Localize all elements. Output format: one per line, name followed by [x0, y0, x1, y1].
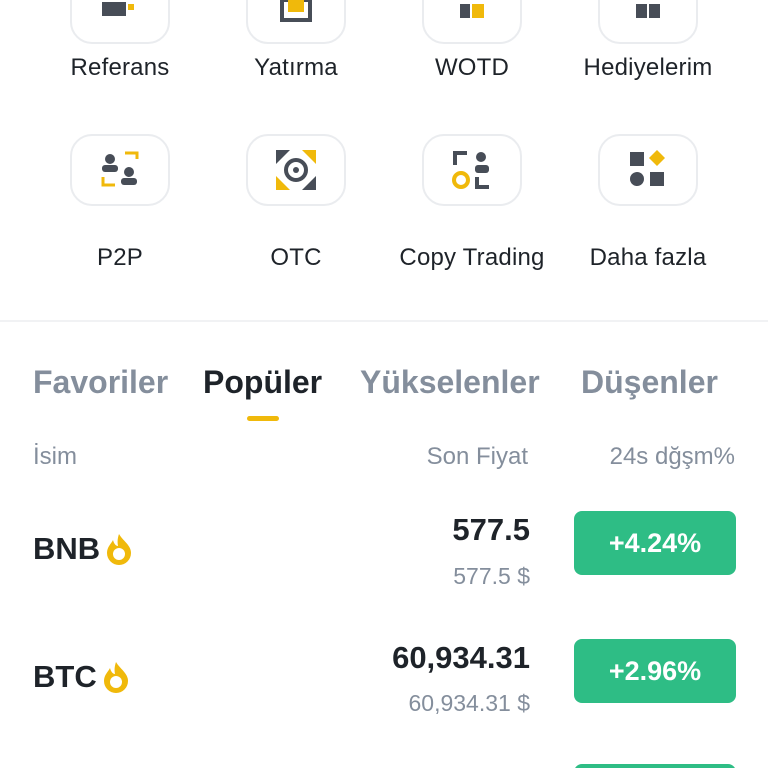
market-symbol: BNB: [33, 531, 101, 566]
section-divider: [0, 320, 768, 322]
deposit-icon: [280, 0, 312, 22]
market-symbol-group: BTC: [33, 659, 131, 695]
market-symbol-group: BNB: [33, 531, 134, 567]
change-badge[interactable]: +4.24%: [574, 511, 736, 575]
market-row[interactable]: BNB 577.5 577.5 $ +4.24%: [0, 496, 768, 606]
tab-losers[interactable]: Düşenler: [581, 364, 718, 401]
column-last-price[interactable]: Son Fiyat: [427, 443, 528, 471]
shortcut-label: Hediyelerim: [583, 54, 713, 81]
shortcut-label: Referans: [70, 54, 170, 81]
shortcut-deposit[interactable]: Yatırma: [208, 0, 384, 82]
more-icon: [630, 150, 665, 186]
shortcut-label: Yatırma: [254, 54, 338, 81]
shortcut-tile[interactable]: [422, 0, 522, 44]
market-symbol: BTC: [33, 659, 97, 694]
shortcut-otc[interactable]: OTC: [208, 134, 384, 272]
tab-gainers[interactable]: Yükselenler: [360, 364, 540, 401]
fire-icon: [101, 660, 131, 694]
shortcut-label: P2P: [97, 244, 143, 271]
column-name: İsim: [33, 443, 77, 470]
change-badge-partial[interactable]: [574, 764, 736, 768]
last-price: 60,934.31: [392, 640, 530, 675]
wotd-icon: [460, 4, 484, 18]
shortcut-tile[interactable]: [422, 134, 522, 206]
shortcut-tile[interactable]: [246, 134, 346, 206]
last-price: 577.5: [452, 512, 530, 547]
shortcut-tile[interactable]: [598, 0, 698, 44]
otc-icon: [276, 150, 316, 190]
shortcut-label: WOTD: [434, 54, 510, 81]
shortcut-gifts[interactable]: Hediyelerim: [560, 0, 736, 82]
shortcut-tile[interactable]: [70, 0, 170, 44]
last-price-usd: 60,934.31 $: [408, 690, 530, 716]
tab-favorites[interactable]: Favoriler: [33, 364, 168, 401]
change-badge[interactable]: +2.96%: [574, 639, 736, 703]
shortcut-p2p[interactable]: P2P: [32, 134, 208, 272]
shortcut-tile[interactable]: [70, 134, 170, 206]
shortcut-referral[interactable]: Referans: [32, 0, 208, 82]
fire-icon: [104, 532, 134, 566]
shortcut-label: Daha fazla: [589, 244, 707, 271]
copy-trading-icon: [452, 151, 489, 189]
tab-popular[interactable]: Popüler: [203, 364, 322, 401]
shortcut-copy-trading[interactable]: Copy Trading: [384, 134, 560, 272]
p2p-icon: [101, 151, 139, 187]
column-change[interactable]: 24s dğşm%: [610, 443, 735, 471]
last-price-usd: 577.5 $: [453, 563, 530, 589]
shortcut-label: OTC: [270, 244, 322, 271]
shortcut-tile[interactable]: [246, 0, 346, 44]
market-row[interactable]: BTC 60,934.31 60,934.31 $ +2.96%: [0, 624, 768, 734]
shortcut-wotd[interactable]: WOTD: [384, 0, 560, 82]
referral-icon: [102, 2, 134, 16]
shortcut-label: Copy Trading: [399, 244, 545, 271]
gift-icon: [636, 4, 660, 18]
shortcut-tile[interactable]: [598, 134, 698, 206]
active-tab-indicator: [247, 416, 279, 421]
shortcut-more[interactable]: Daha fazla: [560, 134, 736, 272]
